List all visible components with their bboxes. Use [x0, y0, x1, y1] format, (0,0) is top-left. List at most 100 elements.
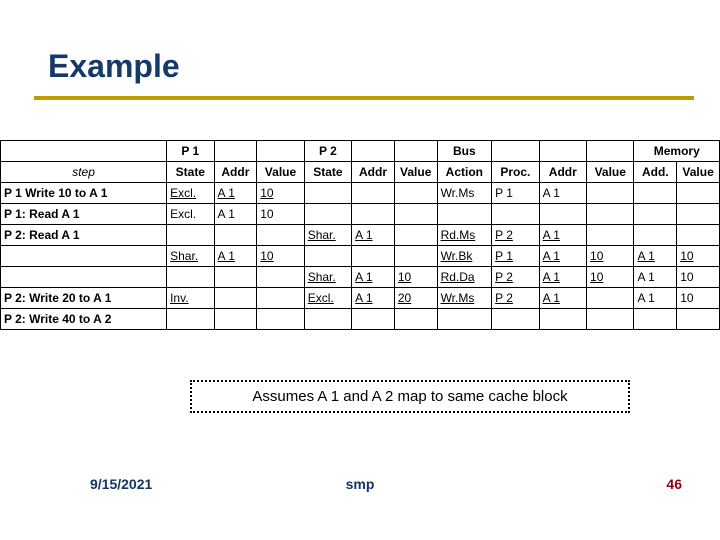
hdr-p2-value: Value	[394, 162, 437, 183]
footer-page: 46	[666, 476, 682, 492]
cell: Excl.	[167, 204, 214, 225]
cell: P 1: Read A 1	[1, 204, 167, 225]
cell: A 1	[214, 204, 257, 225]
data-row: Shar.A 110Wr.BkP 1A 110A 110	[1, 246, 720, 267]
cell	[352, 204, 395, 225]
cell: A 1	[214, 183, 257, 204]
cell	[304, 204, 351, 225]
cell: P 2: Write 40 to A 2	[1, 309, 167, 330]
cell	[167, 309, 214, 330]
cell	[214, 225, 257, 246]
cell: P 2: Read A 1	[1, 225, 167, 246]
cell	[437, 309, 492, 330]
cell	[304, 246, 351, 267]
data-row: P 2: Read A 1Shar.A 1Rd.MsP 2A 1	[1, 225, 720, 246]
cell: P 1 Write 10 to A 1	[1, 183, 167, 204]
hdr-bus-action: Action	[437, 162, 492, 183]
cell	[352, 246, 395, 267]
cell: 10	[587, 267, 634, 288]
cell: A 1	[352, 267, 395, 288]
cell: A 1	[352, 288, 395, 309]
cell: P 2: Write 20 to A 1	[1, 288, 167, 309]
cell: A 1	[214, 246, 257, 267]
data-row: P 1: Read A 1Excl.A 110	[1, 204, 720, 225]
footer-center: smp	[0, 476, 720, 492]
cell: 10	[677, 288, 720, 309]
cell: 10	[394, 267, 437, 288]
hdr-memory: Memory	[634, 141, 720, 162]
cell: A 1	[634, 288, 677, 309]
hdr-p2-state: State	[304, 162, 351, 183]
cell	[214, 309, 257, 330]
hdr-bus: Bus	[437, 141, 492, 162]
hdr-p2: P 2	[304, 141, 351, 162]
cell	[677, 225, 720, 246]
slide: Example P 1 P 2 Bus Memory step State Ad…	[0, 0, 720, 540]
cell	[304, 183, 351, 204]
cell: A 1	[539, 288, 586, 309]
cell: A 1	[352, 225, 395, 246]
cell	[394, 246, 437, 267]
header-row-1: P 1 P 2 Bus Memory	[1, 141, 720, 162]
hdr-p1-state: State	[167, 162, 214, 183]
cell	[539, 309, 586, 330]
cell: A 1	[539, 225, 586, 246]
cell	[1, 246, 167, 267]
cell	[214, 267, 257, 288]
cell	[1, 267, 167, 288]
cell	[587, 225, 634, 246]
cell	[587, 204, 634, 225]
cell: P 2	[492, 288, 539, 309]
cell	[677, 204, 720, 225]
data-row: P 2: Write 20 to A 1Inv.Excl.A 120Wr.MsP…	[1, 288, 720, 309]
cell	[394, 204, 437, 225]
hdr-bus-value: Value	[587, 162, 634, 183]
cell: A 1	[539, 183, 586, 204]
cell	[304, 309, 351, 330]
cell: Excl.	[304, 288, 351, 309]
cell	[492, 309, 539, 330]
cell: P 2	[492, 225, 539, 246]
cell: P 1	[492, 183, 539, 204]
cell: Shar.	[167, 246, 214, 267]
cell: Wr.Ms	[437, 183, 492, 204]
cell: A 1	[539, 267, 586, 288]
cell: Shar.	[304, 267, 351, 288]
cell	[587, 309, 634, 330]
cell: P 1	[492, 246, 539, 267]
title-rule	[34, 96, 694, 100]
slide-title: Example	[48, 48, 180, 85]
cell	[167, 225, 214, 246]
cell	[677, 309, 720, 330]
cell: A 1	[539, 246, 586, 267]
cell	[634, 225, 677, 246]
cell	[257, 288, 304, 309]
cell: Rd.Da	[437, 267, 492, 288]
hdr-step: step	[1, 162, 167, 183]
cell	[257, 267, 304, 288]
cell: Shar.	[304, 225, 351, 246]
coherence-table: P 1 P 2 Bus Memory step State Addr Value…	[0, 140, 720, 330]
hdr-bus-proc: Proc.	[492, 162, 539, 183]
cell	[257, 225, 304, 246]
cell	[539, 204, 586, 225]
cell	[492, 204, 539, 225]
cell: Wr.Bk	[437, 246, 492, 267]
cell: 10	[677, 267, 720, 288]
cell	[394, 225, 437, 246]
data-row: P 1 Write 10 to A 1Excl.A 110Wr.MsP 1A 1	[1, 183, 720, 204]
cell: 10	[587, 246, 634, 267]
hdr-p1-value: Value	[257, 162, 304, 183]
cell	[352, 183, 395, 204]
cell	[634, 309, 677, 330]
hdr-mem-addr: Add.	[634, 162, 677, 183]
hdr-mem-value: Value	[677, 162, 720, 183]
cell: 10	[677, 246, 720, 267]
cell	[437, 204, 492, 225]
cell: 10	[257, 246, 304, 267]
cell: 20	[394, 288, 437, 309]
cell: A 1	[634, 246, 677, 267]
hdr-p1-addr: Addr	[214, 162, 257, 183]
cell: Wr.Ms	[437, 288, 492, 309]
assumption-box: Assumes A 1 and A 2 map to same cache bl…	[190, 380, 630, 413]
